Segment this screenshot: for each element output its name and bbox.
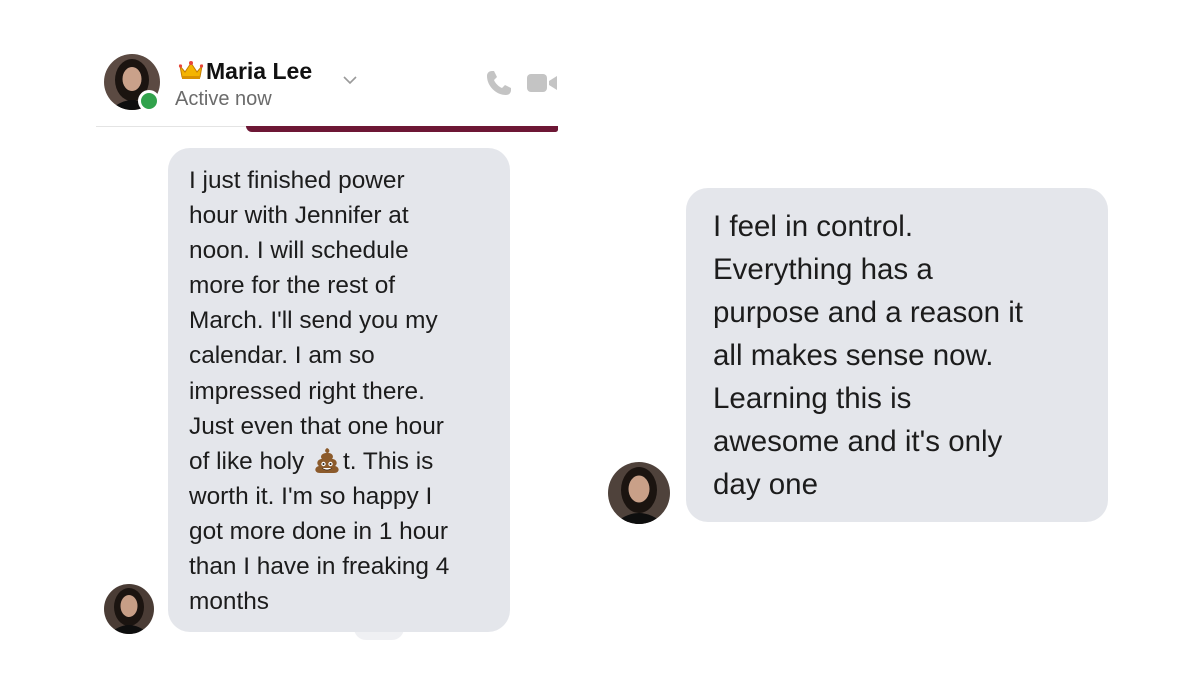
message-bubble-right[interactable]: I feel in control. Everything has a purp… — [686, 188, 1108, 522]
crown-emoji-icon — [178, 61, 204, 79]
chevron-down-icon[interactable] — [342, 74, 358, 86]
message-bubble[interactable]: I just finished power hour with Jennifer… — [168, 148, 510, 632]
active-status: Active now — [175, 88, 272, 110]
message-text-part-1: I just finished power hour with Jennifer… — [189, 167, 444, 475]
poop-emoji-icon — [315, 447, 339, 473]
chat-header: Maria Lee Active now — [96, 48, 558, 127]
sender-avatar[interactable] — [104, 584, 154, 634]
sender-avatar-right[interactable] — [608, 462, 670, 524]
online-status-dot — [138, 90, 160, 112]
contact-name[interactable]: Maria Lee — [206, 58, 312, 85]
phone-icon[interactable] — [484, 68, 514, 98]
video-camera-icon[interactable] — [526, 70, 558, 96]
header-accent-bar — [246, 126, 558, 132]
chat-panel-left: Maria Lee Active now I just finished pow… — [96, 48, 558, 648]
reaction-stub — [354, 626, 404, 640]
